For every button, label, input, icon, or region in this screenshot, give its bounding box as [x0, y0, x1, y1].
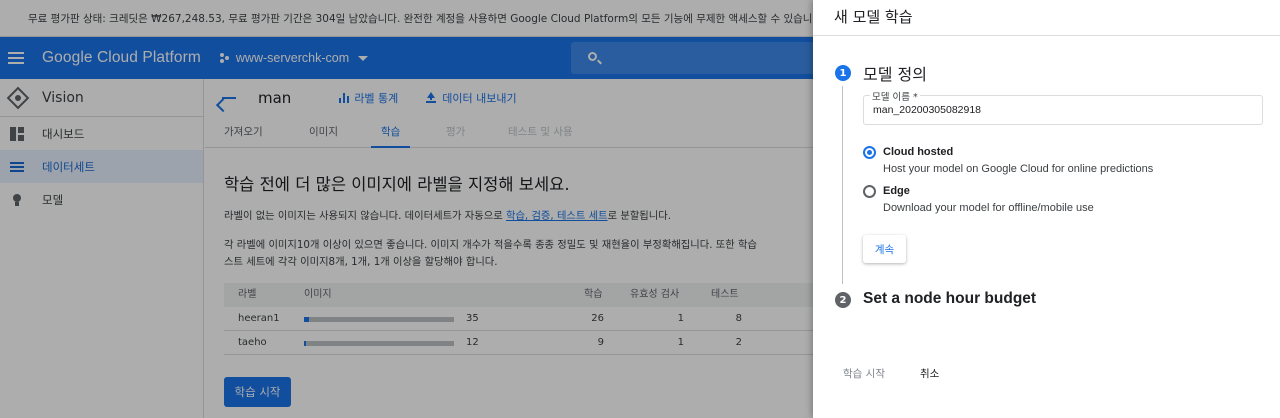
modal-scrim[interactable] [0, 0, 813, 418]
step-2-title[interactable]: Set a node hour budget [863, 290, 1036, 308]
continue-button[interactable]: 계속 [863, 235, 906, 263]
model-name-label: 모델 이름 * [870, 89, 920, 103]
model-name-input[interactable] [864, 96, 1262, 124]
step-1-title: 모델 정의 [863, 65, 927, 84]
edge-radio[interactable] [863, 185, 876, 198]
panel-title: 새 모델 학습 [834, 8, 913, 26]
edge-title[interactable]: Edge [883, 185, 910, 197]
model-name-field[interactable]: 모델 이름 * [863, 89, 1263, 125]
edge-desc: Download your model for offline/mobile u… [883, 202, 1094, 214]
cloud-hosted-desc: Host your model on Google Cloud for onli… [883, 163, 1154, 175]
train-model-panel: 새 모델 학습 1 모델 정의 모델 이름 * Cloud hosted Hos… [813, 0, 1280, 418]
stepper-connector [842, 86, 843, 284]
cloud-hosted-title[interactable]: Cloud hosted [883, 146, 953, 158]
panel-start-training-button[interactable]: 학습 시작 [843, 366, 885, 381]
panel-divider [813, 35, 1280, 36]
cloud-hosted-radio[interactable] [863, 146, 876, 159]
step-2-badge: 2 [835, 292, 851, 308]
step-1-badge: 1 [835, 65, 851, 81]
panel-cancel-button[interactable]: 취소 [920, 366, 939, 381]
console-page: 무료 평가판 상태: 크레딧은 ₩267,248.53, 무료 평가판 기간은 … [0, 0, 813, 418]
